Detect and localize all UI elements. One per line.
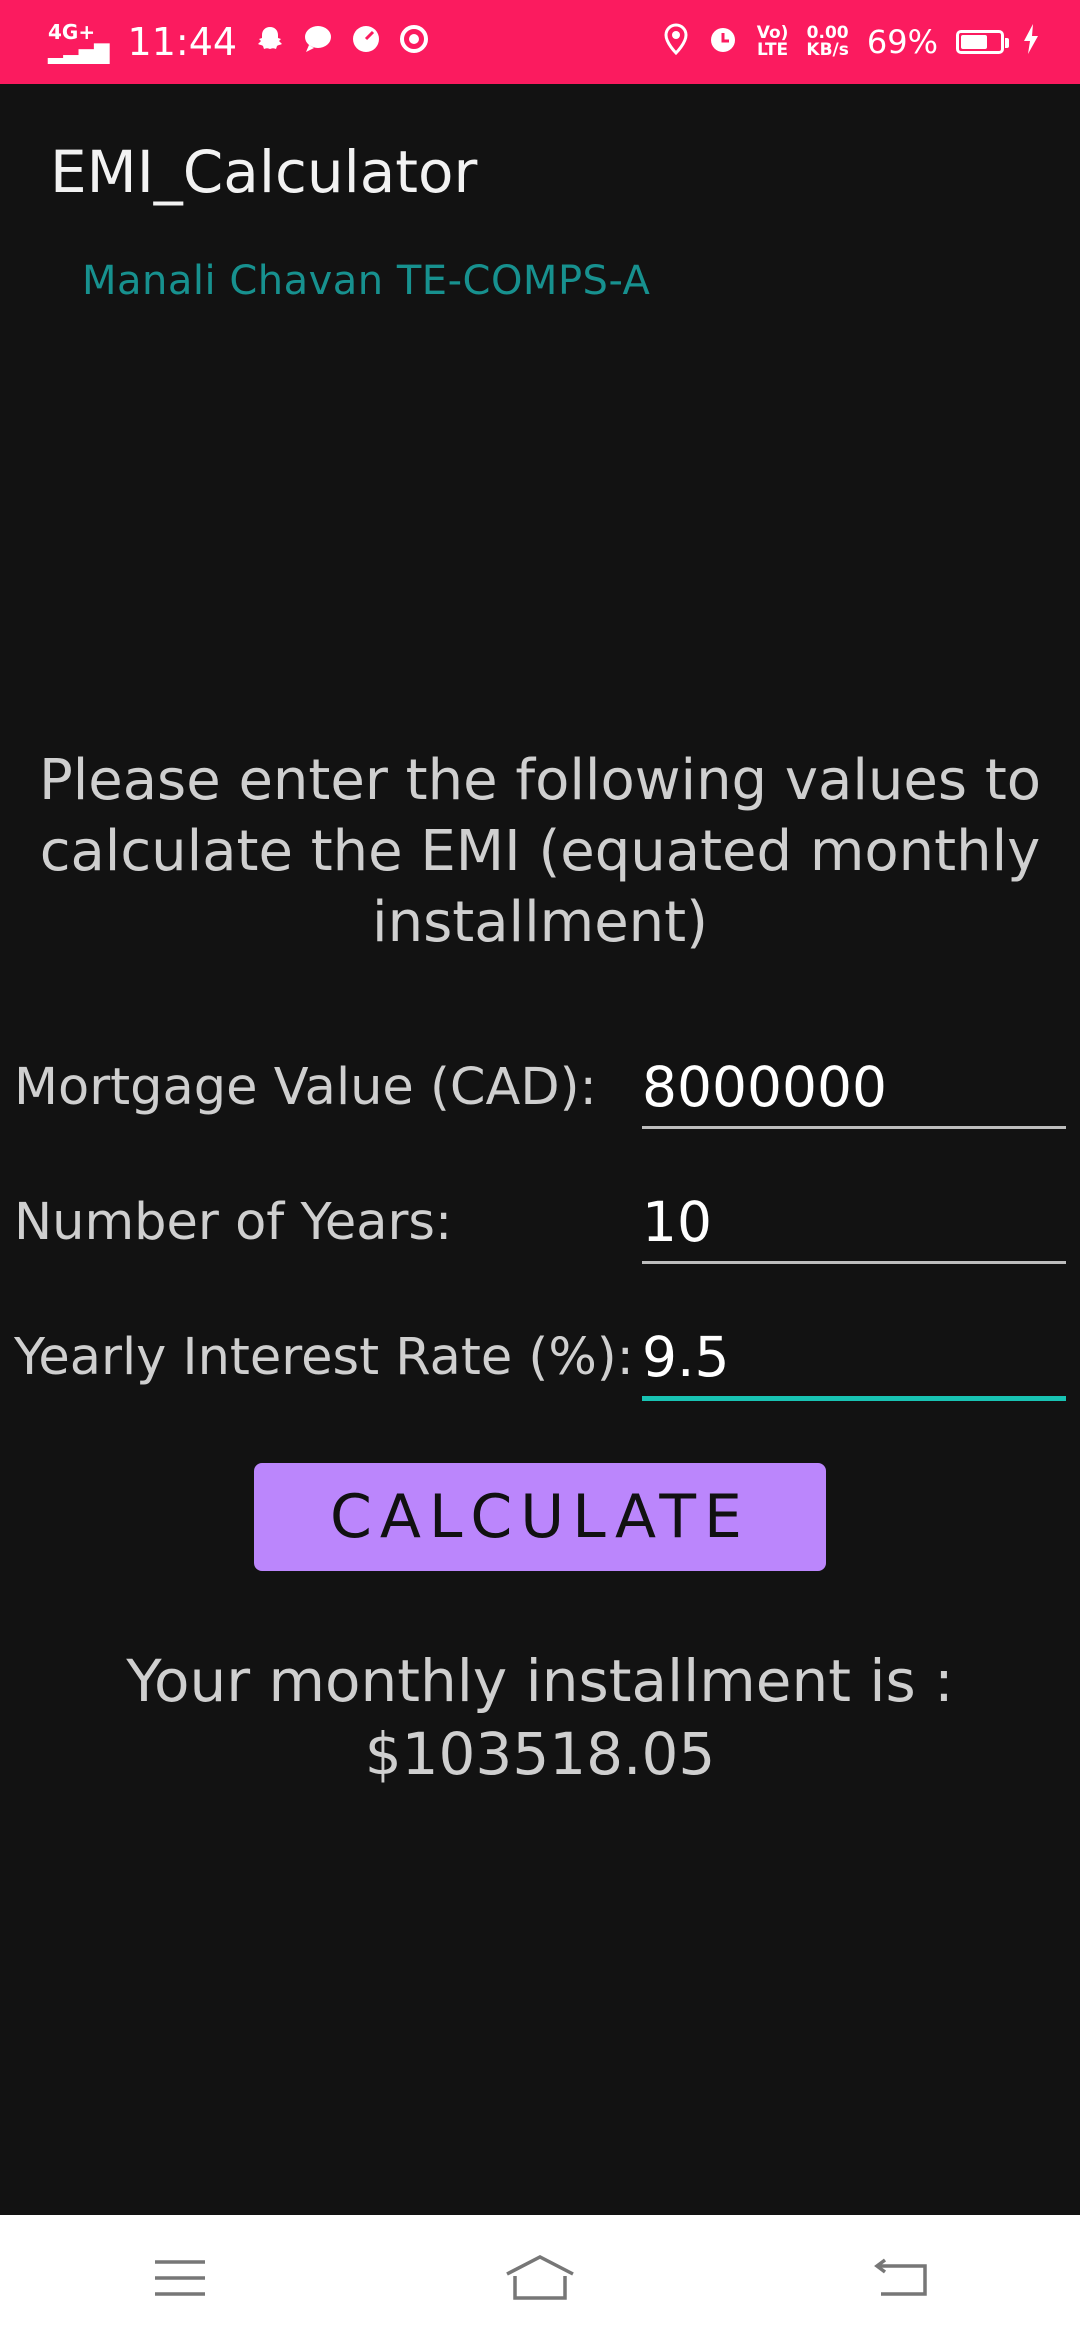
alarm-icon (707, 23, 739, 61)
years-input[interactable] (642, 1189, 1066, 1264)
chat-bubble-icon (303, 24, 333, 60)
mortgage-row: Mortgage Value (CAD): (0, 1040, 1080, 1150)
signal-icon: 4G+ ▂▃▅▇ (48, 20, 110, 64)
charging-icon (1022, 23, 1040, 61)
clock: 11:44 (127, 20, 238, 64)
battery-icon (956, 30, 1009, 54)
status-right: Vo) LTE 0.00 KB/s 69% (645, 23, 1040, 61)
speedometer-icon (351, 24, 381, 60)
volte-indicator: Vo) LTE (756, 23, 789, 60)
interest-input[interactable] (642, 1324, 1066, 1401)
interest-row: Yearly Interest Rate (%): (0, 1310, 1080, 1420)
location-icon (663, 23, 689, 61)
back-icon[interactable] (840, 2228, 960, 2328)
result-value: $103518.05 (364, 1720, 716, 1788)
snapchat-icon (255, 24, 285, 60)
intro-text: Please enter the following values to cal… (38, 748, 1042, 955)
result-block: Your monthly installment is : $103518.05 (0, 1645, 1080, 1791)
battery-percent: 69% (866, 23, 938, 61)
years-row: Number of Years: (0, 1175, 1080, 1285)
author-text: Manali Chavan TE-COMPS-A (82, 258, 651, 304)
status-bar: 4G+ ▂▃▅▇ 11:44 Vo) LTE 0.00 KB/s 69% (0, 0, 1080, 84)
menu-icon[interactable] (120, 2228, 240, 2328)
battery-level (961, 35, 987, 49)
navigation-bar (0, 2215, 1080, 2340)
interest-label: Yearly Interest Rate (%): (14, 1328, 634, 1387)
home-icon[interactable] (480, 2228, 600, 2328)
network-type: 4G+ (48, 20, 96, 44)
status-left: 4G+ ▂▃▅▇ 11:44 (48, 20, 447, 64)
result-label: Your monthly installment is : (126, 1647, 954, 1715)
calculate-button[interactable]: CALCULATE (254, 1463, 826, 1571)
record-icon (399, 24, 429, 60)
years-label: Number of Years: (14, 1193, 453, 1252)
mortgage-label: Mortgage Value (CAD): (14, 1058, 597, 1117)
mortgage-input[interactable] (642, 1054, 1066, 1129)
network-speed: 0.00 KB/s (806, 23, 849, 60)
app-title: EMI_Calculator (50, 138, 478, 206)
